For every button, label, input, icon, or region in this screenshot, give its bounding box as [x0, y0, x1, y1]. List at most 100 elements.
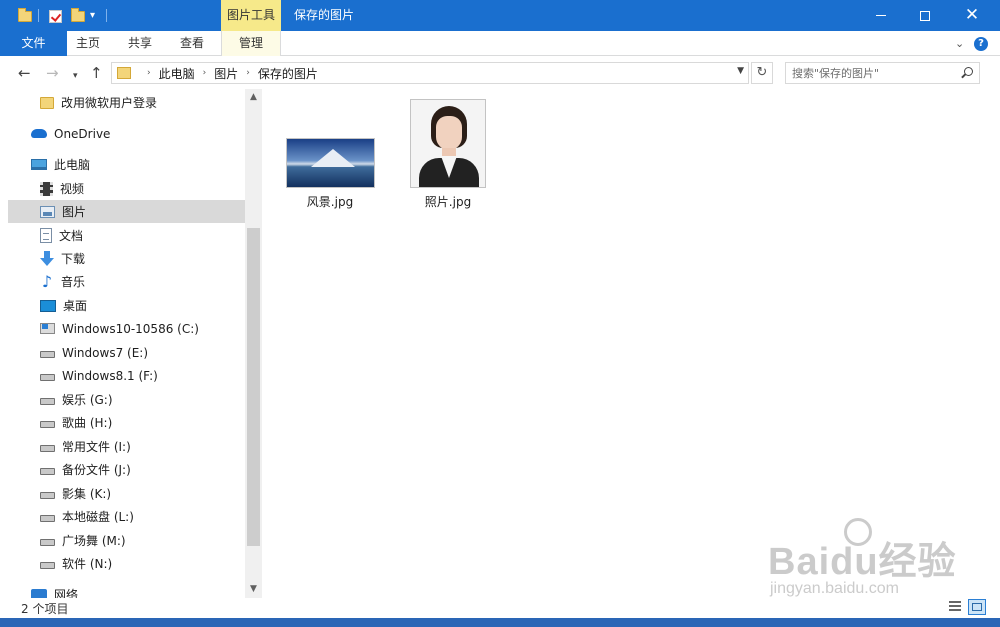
address-bar[interactable]: › 此电脑 › 图片 › 保存的图片 ▼: [111, 62, 749, 84]
maximize-button[interactable]: [901, 0, 949, 31]
up-button[interactable]: ↑: [90, 64, 103, 82]
details-view-button[interactable]: [946, 599, 964, 615]
nav-item-label: 下载: [61, 252, 86, 266]
drive-icon: [40, 492, 55, 499]
nav-item-label: 改用微软用户登录: [61, 96, 158, 110]
close-button[interactable]: ✕: [948, 0, 996, 31]
expand-ribbon-icon[interactable]: ⌄: [955, 37, 964, 50]
chevron-right-icon[interactable]: ›: [203, 68, 207, 78]
chevron-down-icon[interactable]: ▼: [737, 66, 744, 76]
landscape-thumbnail: [285, 138, 375, 188]
nav-item-desktop[interactable]: 桌面: [40, 294, 245, 317]
drive-icon: [40, 374, 55, 381]
nav-item-pictures[interactable]: 图片: [8, 200, 245, 223]
chevron-right-icon[interactable]: ›: [246, 68, 250, 78]
minimize-icon: [876, 15, 886, 16]
refresh-button[interactable]: ↻: [751, 62, 773, 84]
drive-icon: [40, 398, 55, 405]
search-icon[interactable]: [964, 67, 973, 76]
nav-item-switch-account[interactable]: 改用微软用户登录: [40, 91, 245, 114]
crumb-saved-pictures[interactable]: 保存的图片: [258, 65, 318, 82]
nav-scrollbar[interactable]: ▲ ▼: [245, 89, 262, 598]
crumb-this-pc[interactable]: 此电脑: [159, 65, 195, 82]
nav-item-downloads[interactable]: 下载: [40, 247, 245, 270]
tab-home[interactable]: 主页: [67, 31, 109, 56]
music-icon: ♪: [41, 271, 53, 291]
picture-tools-tab: 图片工具: [221, 0, 281, 31]
search-input[interactable]: [786, 63, 958, 83]
nav-item-drive-n[interactable]: 软件 (N:): [40, 552, 245, 575]
file-name: 照片.jpg: [424, 195, 472, 209]
file-list-view[interactable]: 风景.jpg 照片.jpg: [262, 89, 1000, 598]
nav-item-videos[interactable]: 视频: [40, 177, 245, 200]
nav-item-music[interactable]: ♪ 音乐: [40, 270, 245, 293]
drive-icon: [40, 515, 55, 522]
nav-item-drive-e[interactable]: Windows7 (E:): [40, 341, 245, 364]
windows-drive-icon: [40, 323, 55, 334]
crumb-pictures[interactable]: 图片: [214, 65, 238, 82]
forward-button[interactable]: →: [46, 64, 59, 82]
file-item-landscape[interactable]: 风景.jpg: [275, 89, 385, 210]
nav-item-drive-h[interactable]: 歌曲 (H:): [40, 411, 245, 434]
nav-item-label: 桌面: [63, 299, 88, 313]
drive-icon: [40, 539, 55, 546]
nav-item-this-pc[interactable]: 此电脑: [31, 153, 245, 176]
scroll-up-icon[interactable]: ▲: [245, 89, 262, 106]
folder-icon: [117, 67, 131, 79]
video-icon: [40, 181, 53, 196]
download-icon: [40, 251, 54, 266]
nav-item-network[interactable]: 网络: [31, 583, 245, 598]
nav-item-label: 音乐: [61, 275, 86, 289]
drive-icon: [40, 445, 55, 452]
nav-item-label: 本地磁盘 (L:): [62, 510, 134, 524]
nav-item-drive-m[interactable]: 广场舞 (M:): [40, 529, 245, 552]
maximize-icon: [920, 10, 930, 21]
nav-item-label: 图片: [62, 205, 87, 219]
nav-item-label: Windows10-10586 (C:): [62, 321, 199, 336]
nav-item-label: Windows7 (E:): [62, 345, 149, 360]
file-item-photo[interactable]: 照片.jpg: [393, 89, 503, 210]
nav-item-label: 广场舞 (M:): [62, 534, 126, 548]
onedrive-icon: [31, 129, 47, 138]
documents-icon: [40, 228, 52, 243]
nav-item-label: 网络: [54, 588, 79, 598]
nav-item-drive-f[interactable]: Windows8.1 (F:): [40, 364, 245, 387]
nav-item-label: 此电脑: [54, 158, 91, 172]
tab-file[interactable]: 文件: [0, 31, 67, 56]
scroll-down-icon[interactable]: ▼: [245, 581, 262, 598]
recent-locations-icon[interactable]: ▾: [73, 67, 78, 85]
back-button[interactable]: ←: [18, 64, 31, 82]
nav-item-label: 视频: [60, 182, 85, 196]
help-icon[interactable]: ?: [974, 37, 988, 51]
customize-quick-access-icon[interactable]: ▾: [90, 10, 95, 21]
new-folder-icon[interactable]: [71, 6, 85, 26]
folder-icon[interactable]: [18, 6, 32, 26]
divider: [38, 9, 39, 22]
navigation-pane: 改用微软用户登录 OneDrive 此电脑 视频 图片 文档 下载 ♪ 音乐 桌…: [0, 89, 262, 598]
properties-icon[interactable]: [49, 6, 62, 26]
nav-item-documents[interactable]: 文档: [40, 224, 245, 247]
nav-item-drive-j[interactable]: 备份文件 (J:): [40, 458, 245, 481]
nav-item-drive-c[interactable]: Windows10-10586 (C:): [40, 317, 245, 340]
tab-manage[interactable]: 管理: [221, 31, 281, 56]
nav-item-label: 歌曲 (H:): [62, 416, 113, 430]
nav-item-drive-l[interactable]: 本地磁盘 (L:): [40, 505, 245, 528]
folder-icon: [40, 96, 54, 109]
search-box[interactable]: [785, 62, 980, 84]
tab-share[interactable]: 共享: [118, 31, 162, 56]
large-icons-view-button[interactable]: [968, 599, 986, 615]
chevron-right-icon[interactable]: ›: [147, 68, 151, 78]
nav-item-onedrive[interactable]: OneDrive: [31, 122, 245, 145]
nav-item-label: OneDrive: [54, 126, 111, 141]
nav-item-drive-g[interactable]: 娱乐 (G:): [40, 388, 245, 411]
nav-item-drive-k[interactable]: 影集 (K:): [40, 482, 245, 505]
nav-item-label: 软件 (N:): [62, 557, 113, 571]
nav-item-drive-i[interactable]: 常用文件 (I:): [40, 435, 245, 458]
scroll-thumb[interactable]: [247, 228, 260, 546]
tab-view[interactable]: 查看: [170, 31, 214, 56]
drive-icon: [40, 421, 55, 428]
ribbon-tab-bar: 文件 主页 共享 查看 管理 ⌄ ?: [0, 31, 1000, 56]
minimize-button[interactable]: [857, 0, 905, 31]
file-name: 风景.jpg: [306, 195, 354, 209]
desktop-icon: [40, 299, 56, 312]
